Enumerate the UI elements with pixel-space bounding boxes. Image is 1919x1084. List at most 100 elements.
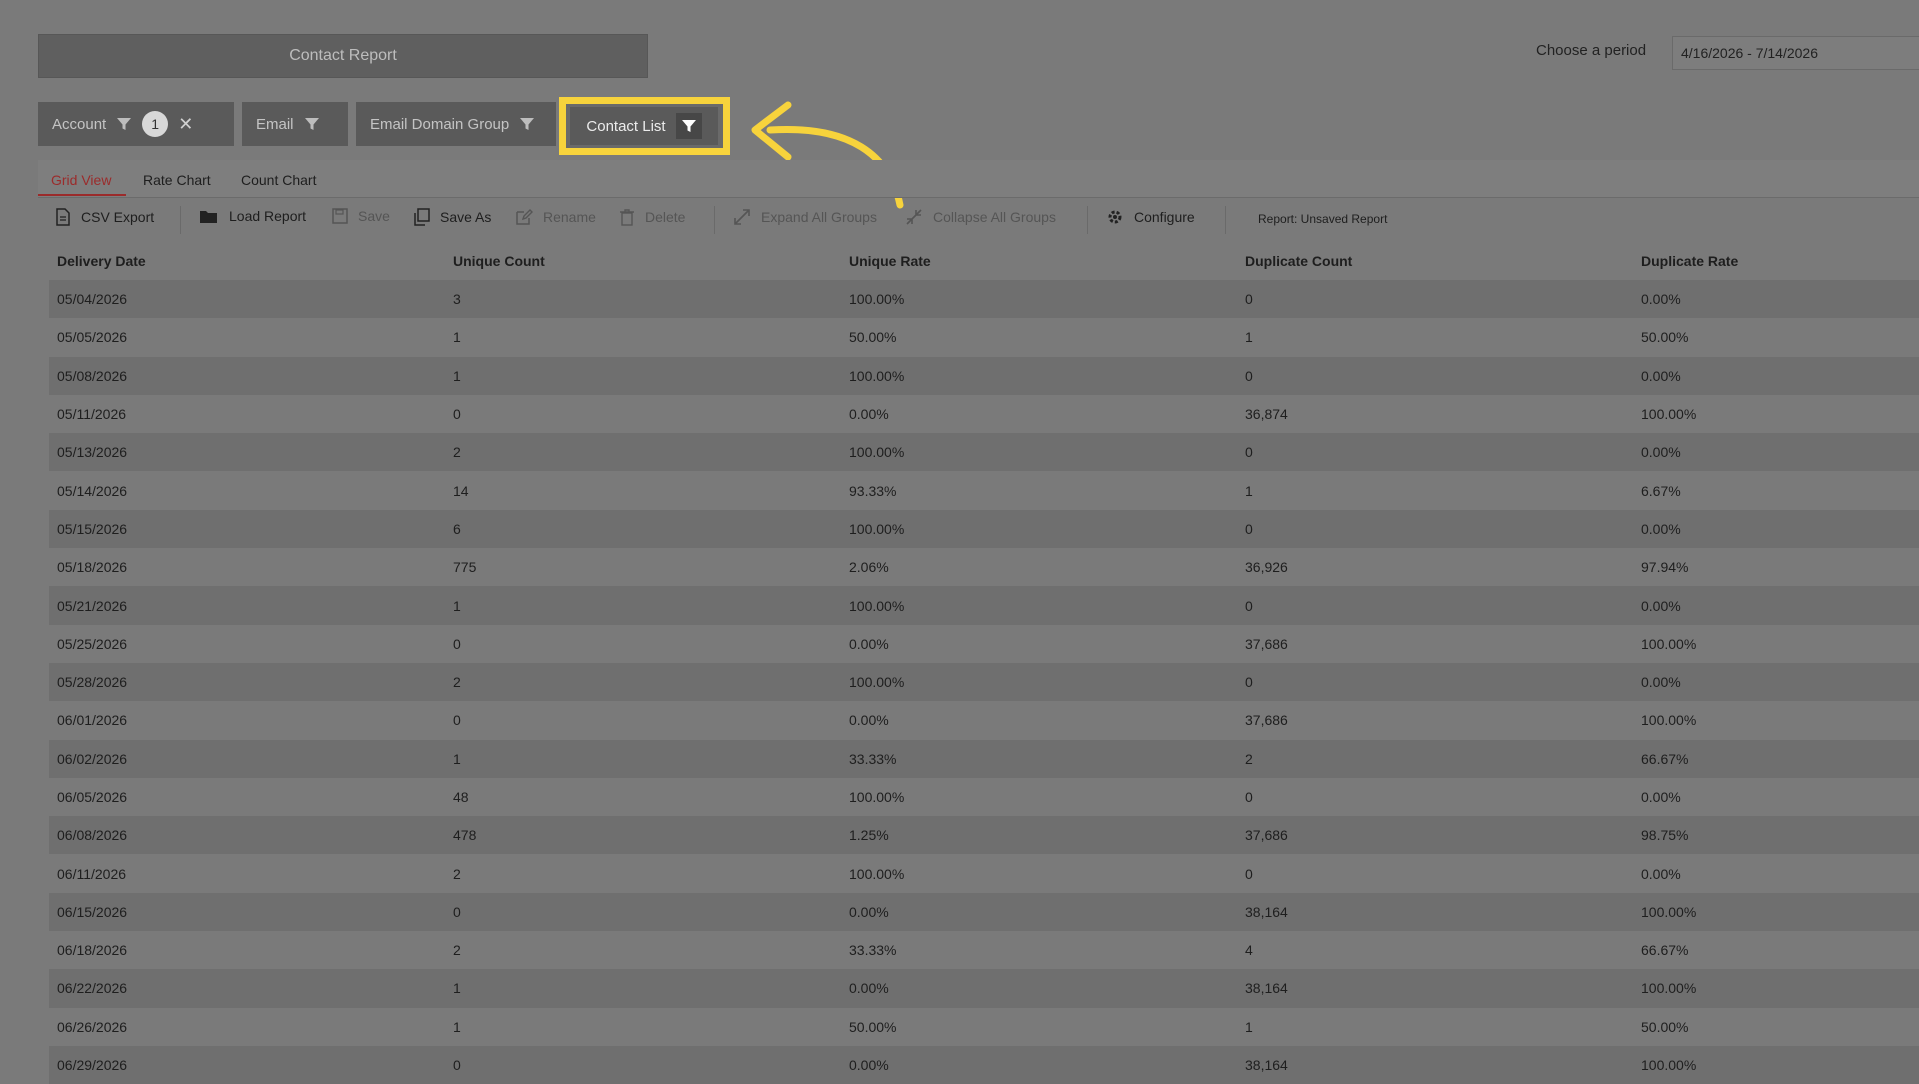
duplicate-rate-cell: 97.94% (1633, 548, 1919, 587)
table-row[interactable]: 06/22/2026 1 0.00% 38,164 100.00% (49, 969, 1919, 1008)
duplicate-rate-cell: 100.00% (1633, 969, 1919, 1008)
unique-count-cell: 1 (445, 356, 841, 395)
csv-export-button[interactable]: CSV Export (55, 208, 154, 226)
table-row[interactable]: 05/04/2026 3 100.00% 0 0.00% (49, 280, 1919, 319)
filter-chip-email[interactable]: Email (242, 102, 348, 146)
duplicate-count-cell: 0 (1237, 356, 1633, 395)
table-row[interactable]: 05/14/2026 14 93.33% 1 6.67% (49, 471, 1919, 510)
unique-rate-cell: 33.33% (841, 739, 1237, 778)
unique-count-cell: 6 (445, 509, 841, 549)
column-header-delivery-date[interactable]: Delivery Date (49, 242, 445, 280)
duplicate-rate-cell: 50.00% (1633, 318, 1919, 357)
duplicate-count-cell: 0 (1237, 509, 1633, 549)
duplicate-count-cell: 38,164 (1237, 892, 1633, 932)
duplicate-rate-cell: 6.67% (1633, 471, 1919, 510)
table-row[interactable]: 05/25/2026 0 0.00% 37,686 100.00% (49, 624, 1919, 663)
unique-count-cell: 1 (445, 318, 841, 357)
duplicate-rate-cell: 50.00% (1633, 1007, 1919, 1046)
filter-chip-contact-list[interactable]: Contact List (570, 107, 718, 145)
table-row[interactable]: 05/15/2026 6 100.00% 0 0.00% (49, 509, 1919, 549)
delivery-date-cell: 05/08/2026 (49, 356, 445, 395)
unique-count-cell: 775 (445, 548, 841, 587)
duplicate-rate-cell: 0.00% (1633, 509, 1919, 549)
rename-label: Rename (543, 209, 596, 225)
duplicate-rate-cell: 100.00% (1633, 892, 1919, 932)
unique-rate-cell: 2.06% (841, 548, 1237, 587)
tab-grid-view[interactable]: Grid View (51, 172, 111, 188)
column-header-unique-count[interactable]: Unique Count (445, 242, 841, 280)
gear-icon (1106, 208, 1124, 226)
delivery-date-cell: 06/11/2026 (49, 854, 445, 893)
duplicate-count-cell: 0 (1237, 280, 1633, 319)
filter-icon[interactable] (304, 116, 320, 132)
filter-icon[interactable] (116, 116, 132, 132)
load-report-button[interactable]: Load Report (199, 208, 306, 224)
table-row[interactable]: 06/26/2026 1 50.00% 1 50.00% (49, 1007, 1919, 1046)
filter-chip-account[interactable]: Account 1 ✕ (38, 102, 234, 146)
active-tab-indicator (38, 194, 126, 196)
table-row[interactable]: 06/05/2026 48 100.00% 0 0.00% (49, 777, 1919, 817)
collapse-all-groups-button[interactable]: Collapse All Groups (905, 208, 1056, 226)
table-row[interactable]: 06/15/2026 0 0.00% 38,164 100.00% (49, 892, 1919, 932)
tab-bar (38, 160, 1919, 198)
filter-icon[interactable] (675, 113, 702, 139)
column-header-duplicate-rate[interactable]: Duplicate Rate (1633, 242, 1919, 280)
table-row[interactable]: 05/05/2026 1 50.00% 1 50.00% (49, 318, 1919, 357)
unique-count-cell: 2 (445, 854, 841, 893)
table-row[interactable]: 05/21/2026 1 100.00% 0 0.00% (49, 586, 1919, 625)
table-row[interactable]: 05/28/2026 2 100.00% 0 0.00% (49, 662, 1919, 702)
table-row[interactable]: 06/11/2026 2 100.00% 0 0.00% (49, 854, 1919, 893)
delete-button[interactable]: Delete (619, 208, 685, 226)
table-row[interactable]: 06/01/2026 0 0.00% 37,686 100.00% (49, 701, 1919, 740)
filter-chip-email-domain-group[interactable]: Email Domain Group (356, 102, 556, 146)
expand-all-groups-button[interactable]: Expand All Groups (733, 208, 877, 226)
tab-count-chart[interactable]: Count Chart (241, 172, 316, 188)
table-row[interactable]: 06/08/2026 478 1.25% 37,686 98.75% (49, 816, 1919, 855)
table-row[interactable]: 05/08/2026 1 100.00% 0 0.00% (49, 356, 1919, 395)
table-row[interactable]: 06/02/2026 1 33.33% 2 66.67% (49, 739, 1919, 778)
unique-rate-cell: 100.00% (841, 433, 1237, 472)
duplicate-rate-cell: 100.00% (1633, 701, 1919, 740)
table-row[interactable]: 05/11/2026 0 0.00% 36,874 100.00% (49, 394, 1919, 434)
duplicate-count-cell: 0 (1237, 777, 1633, 817)
duplicate-count-cell: 37,686 (1237, 701, 1633, 740)
column-header-duplicate-count[interactable]: Duplicate Count (1237, 242, 1633, 280)
duplicate-count-cell: 1 (1237, 318, 1633, 357)
edit-icon (515, 208, 533, 226)
table-row[interactable]: 06/29/2026 0 0.00% 38,164 100.00% (49, 1045, 1919, 1084)
delivery-date-cell: 06/22/2026 (49, 969, 445, 1008)
duplicate-rate-cell: 0.00% (1633, 280, 1919, 319)
table-row[interactable]: 05/13/2026 2 100.00% 0 0.00% (49, 433, 1919, 472)
table-row[interactable]: 05/18/2026 775 2.06% 36,926 97.94% (49, 548, 1919, 587)
period-input[interactable] (1672, 36, 1919, 70)
duplicate-rate-cell: 66.67% (1633, 931, 1919, 970)
configure-button[interactable]: Configure (1106, 208, 1195, 226)
filter-icon[interactable] (519, 116, 535, 132)
column-header-unique-rate[interactable]: Unique Rate (841, 242, 1237, 280)
tab-rate-chart[interactable]: Rate Chart (143, 172, 211, 188)
unique-count-cell: 0 (445, 701, 841, 740)
close-icon[interactable]: ✕ (178, 115, 193, 133)
unique-rate-cell: 100.00% (841, 586, 1237, 625)
table-row[interactable]: 06/18/2026 2 33.33% 4 66.67% (49, 931, 1919, 970)
grid-header-row: Delivery Date Unique Count Unique Rate D… (49, 242, 1919, 280)
duplicate-count-cell: 1 (1237, 1007, 1633, 1046)
duplicate-count-cell: 1 (1237, 471, 1633, 510)
save-button[interactable]: Save (332, 208, 390, 224)
save-as-button[interactable]: Save As (414, 208, 491, 226)
unique-count-cell: 3 (445, 280, 841, 319)
unique-rate-cell: 0.00% (841, 969, 1237, 1008)
duplicate-count-cell: 0 (1237, 586, 1633, 625)
delivery-date-cell: 05/11/2026 (49, 394, 445, 434)
delivery-date-cell: 05/05/2026 (49, 318, 445, 357)
duplicate-rate-cell: 100.00% (1633, 624, 1919, 663)
unique-count-cell: 48 (445, 777, 841, 817)
grid-left-rail (38, 242, 49, 1079)
unique-rate-cell: 0.00% (841, 892, 1237, 932)
delivery-date-cell: 05/21/2026 (49, 586, 445, 625)
duplicate-rate-cell: 0.00% (1633, 356, 1919, 395)
unique-count-cell: 0 (445, 1045, 841, 1084)
rename-button[interactable]: Rename (515, 208, 596, 226)
save-label: Save (358, 208, 390, 224)
page-title: Contact Report (38, 34, 648, 78)
